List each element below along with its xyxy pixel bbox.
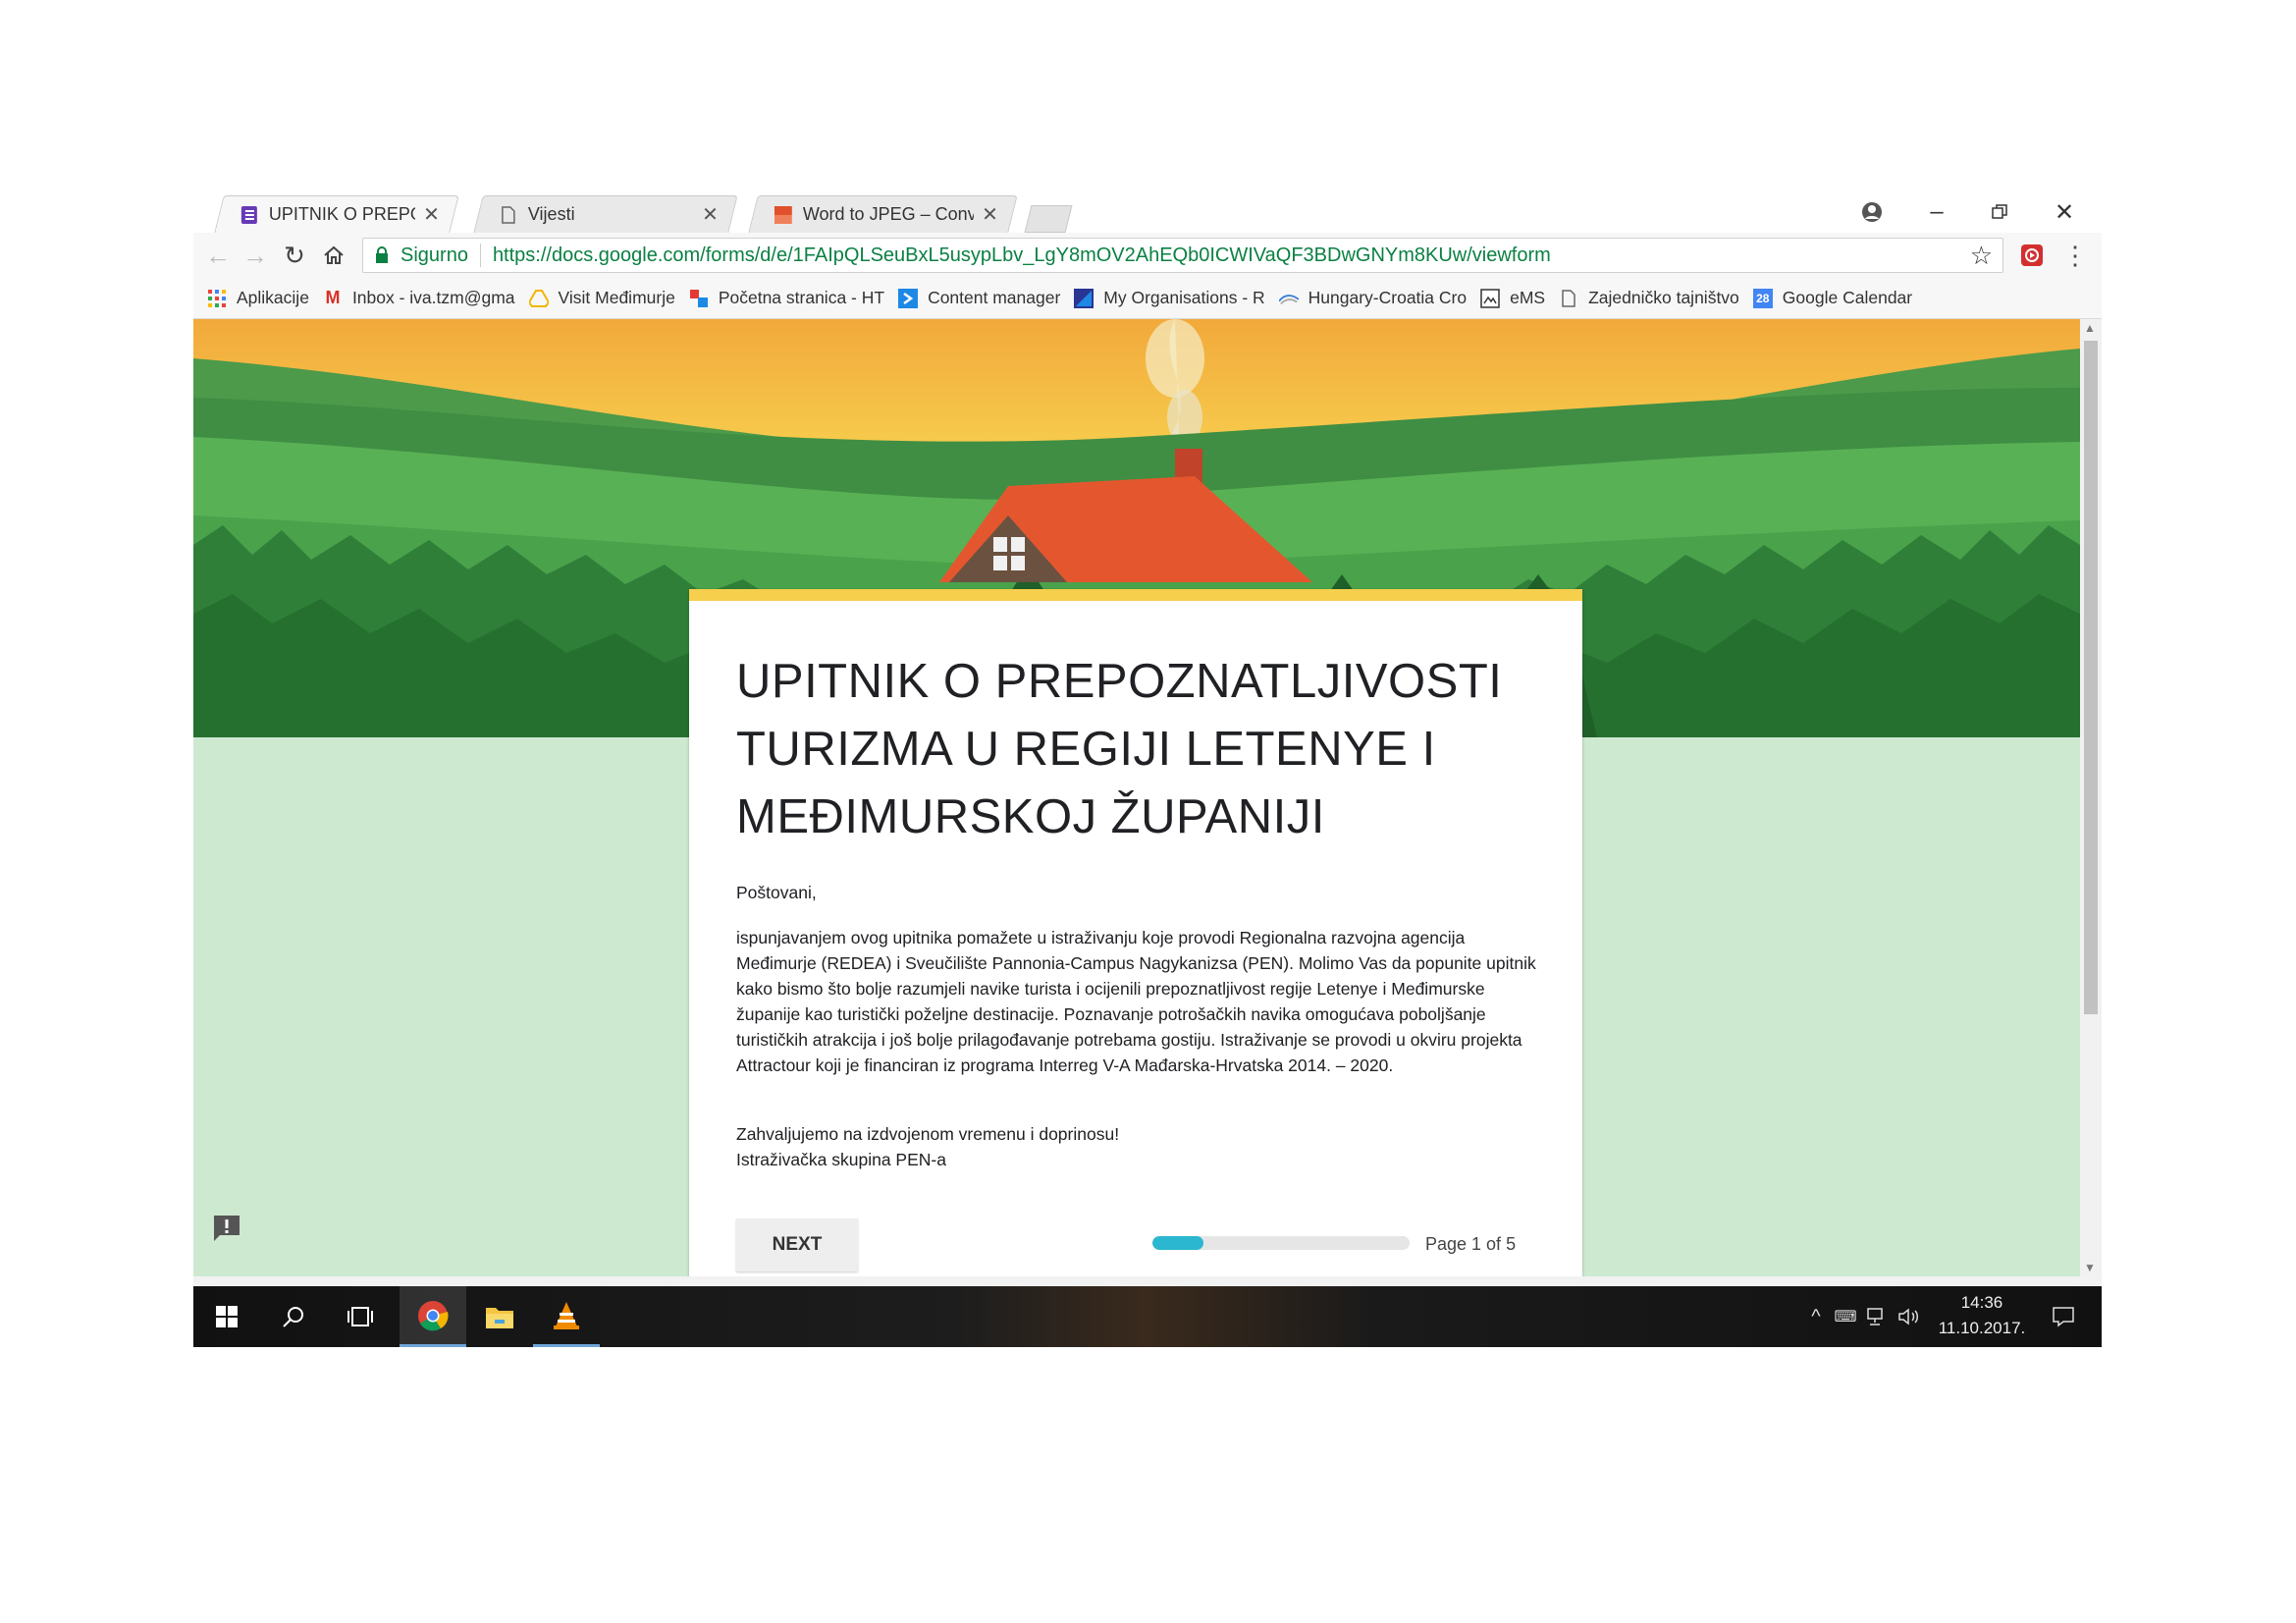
close-tab-icon[interactable]: ✕ [702,202,719,227]
restore-icon[interactable] [1980,197,2019,227]
interreg-icon [1278,289,1299,308]
clock-time: 14:36 [1960,1293,2003,1312]
search-icon[interactable] [260,1286,327,1347]
bookmark-label: Content manager [928,288,1061,307]
address-bar[interactable]: Sigurno https://docs.google.com/forms/d/… [362,238,2003,273]
bookmarks-bar: Aplikacije M Inbox - iva.tzm@gma Visit M… [193,278,2102,319]
progress-bar [1152,1236,1410,1250]
language-icon[interactable]: ⌨ [1831,1286,1860,1347]
bookmark-label: Zajedničko tajništvo [1588,288,1739,307]
bookmark-label: Aplikacije [237,288,309,307]
new-tab-button[interactable] [1024,205,1073,233]
forward-icon[interactable]: → [239,239,272,272]
bookmark-inbox[interactable]: M Inbox - iva.tzm@gma [323,288,515,308]
bookmark-label: Inbox - iva.tzm@gma [351,288,515,307]
form-card: UPITNIK O PREPOZNATLJIVOSTI TURIZMA U RE… [689,589,1582,1276]
lock-icon [375,246,393,264]
secure-label: Sigurno [400,243,468,266]
file-explorer-icon[interactable] [466,1286,533,1347]
tab-upitnik[interactable]: UPITNIK O PREPOZNATL ✕ [214,195,459,233]
page-indicator: Page 1 of 5 [1425,1234,1517,1254]
tab-title: Vijesti [527,204,575,224]
menu-icon[interactable]: ⋮ [2058,239,2092,272]
doc-jpeg-icon [774,205,793,225]
tab-vijesti[interactable]: Vijesti ✕ [473,195,738,233]
tab-title: UPITNIK O PREPOZNATL [268,204,416,224]
organisation-icon [1074,288,1095,308]
bookmark-label: eMS [1510,288,1546,307]
content-manager-icon [898,288,919,308]
bookmark-apps[interactable]: Aplikacije [207,288,309,308]
scrollbar-thumb[interactable] [2084,341,2098,1014]
profile-icon[interactable] [1852,197,1892,227]
close-tab-icon[interactable]: ✕ [423,202,440,227]
bookmark-content-manager[interactable]: Content manager [898,288,1060,308]
scrollbar[interactable]: ▲ ▼ [2080,319,2102,1276]
bookmark-hungary-croatia[interactable]: Hungary-Croatia Cro [1278,288,1468,308]
progress-fill [1152,1236,1204,1250]
volume-icon[interactable] [1894,1286,1925,1347]
screen: UPITNIK O PREPOZNATL ✕ Vijesti ✕ Word to… [193,186,2102,1347]
bookmark-label: My Organisations - R [1103,288,1265,307]
feedback-icon[interactable] [211,1213,242,1244]
bookmark-visit-medimurje[interactable]: Visit Međimurje [528,288,675,308]
bookmark-pocetna[interactable]: Početna stranica - HT [689,288,884,308]
site-icon [689,289,709,308]
back-icon[interactable]: ← [201,239,235,272]
clock-date: 11.10.2017. [1938,1319,2026,1337]
close-window-icon[interactable]: ✕ [2045,197,2084,227]
home-icon[interactable] [317,239,350,272]
bookmark-ems[interactable]: eMS [1480,288,1545,308]
bookmark-label: Google Calendar [1782,288,1913,307]
chrome-taskbar-icon[interactable] [400,1286,466,1347]
signature-line: Istraživačka skupina PEN-a [736,1150,946,1169]
separator [479,243,481,267]
page-icon [499,205,518,225]
form-greeting: Poštovani, [736,883,817,902]
minimize-icon[interactable]: – [1917,197,1956,227]
thanks-line: Zahvaljujemo na izdvojenom vremenu i dop… [736,1124,1120,1144]
card-accent-bar [689,589,1582,601]
ems-icon [1480,288,1500,308]
next-button[interactable]: NEXT [736,1218,858,1271]
scroll-up-icon[interactable]: ▲ [2084,321,2096,335]
task-view-icon[interactable] [327,1286,394,1347]
apps-grid-icon [207,289,227,308]
form-thanks: Zahvaljujemo na izdvojenom vremenu i dop… [736,1121,1541,1172]
vlc-icon[interactable] [533,1286,600,1347]
tab-strip: UPITNIK O PREPOZNATL ✕ Vijesti ✕ Word to… [193,186,2102,233]
url-text[interactable]: https://docs.google.com/forms/d/e/1FAIpQ… [493,244,1970,267]
action-center-icon[interactable] [2039,1286,2088,1347]
start-button[interactable] [193,1286,260,1347]
tab-title: Word to JPEG – Convert [802,204,975,224]
drive-icon [528,289,549,308]
bookmark-label: Hungary-Croatia Cro [1308,288,1468,307]
google-forms-icon [240,205,259,225]
network-icon[interactable] [1862,1286,1892,1347]
taskbar: ^ ⌨ 14:36 11.10.2017. [193,1286,2102,1347]
scroll-down-icon[interactable]: ▼ [2084,1261,2096,1274]
bookmark-google-calendar[interactable]: 28 Google Calendar [1752,288,1913,308]
toolbar: ← → ↻ Sigurno https://docs.google.com/fo… [193,233,2102,278]
bookmark-label: Visit Međimurje [558,288,675,307]
calendar-icon: 28 [1752,288,1773,308]
gmail-icon: M [325,288,341,307]
extension-icon[interactable] [2015,239,2049,272]
page-content: UPITNIK O PREPOZNATLJIVOSTI TURIZMA U RE… [193,319,2080,1276]
bookmark-zajednicko-tajnistvo[interactable]: Zajedničko tajništvo [1559,288,1739,308]
tab-word-to-jpeg[interactable]: Word to JPEG – Convert ✕ [748,195,1018,233]
bookmark-my-organisations[interactable]: My Organisations - R [1074,288,1265,308]
bookmark-label: Početna stranica - HT [718,288,885,307]
bookmark-star-icon[interactable]: ☆ [1970,241,1993,271]
page-icon [1559,289,1578,308]
clock[interactable]: 14:36 11.10.2017. [1933,1290,2031,1341]
form-description: ispunjavanjem ovog upitnika pomažete u i… [736,928,1536,1075]
close-tab-icon[interactable]: ✕ [982,202,998,227]
form-title: UPITNIK O PREPOZNATLJIVOSTI TURIZMA U RE… [736,655,1503,843]
windows-icon [216,1306,238,1327]
reload-icon[interactable]: ↻ [278,239,311,272]
show-hidden-icons[interactable]: ^ [1803,1286,1829,1347]
